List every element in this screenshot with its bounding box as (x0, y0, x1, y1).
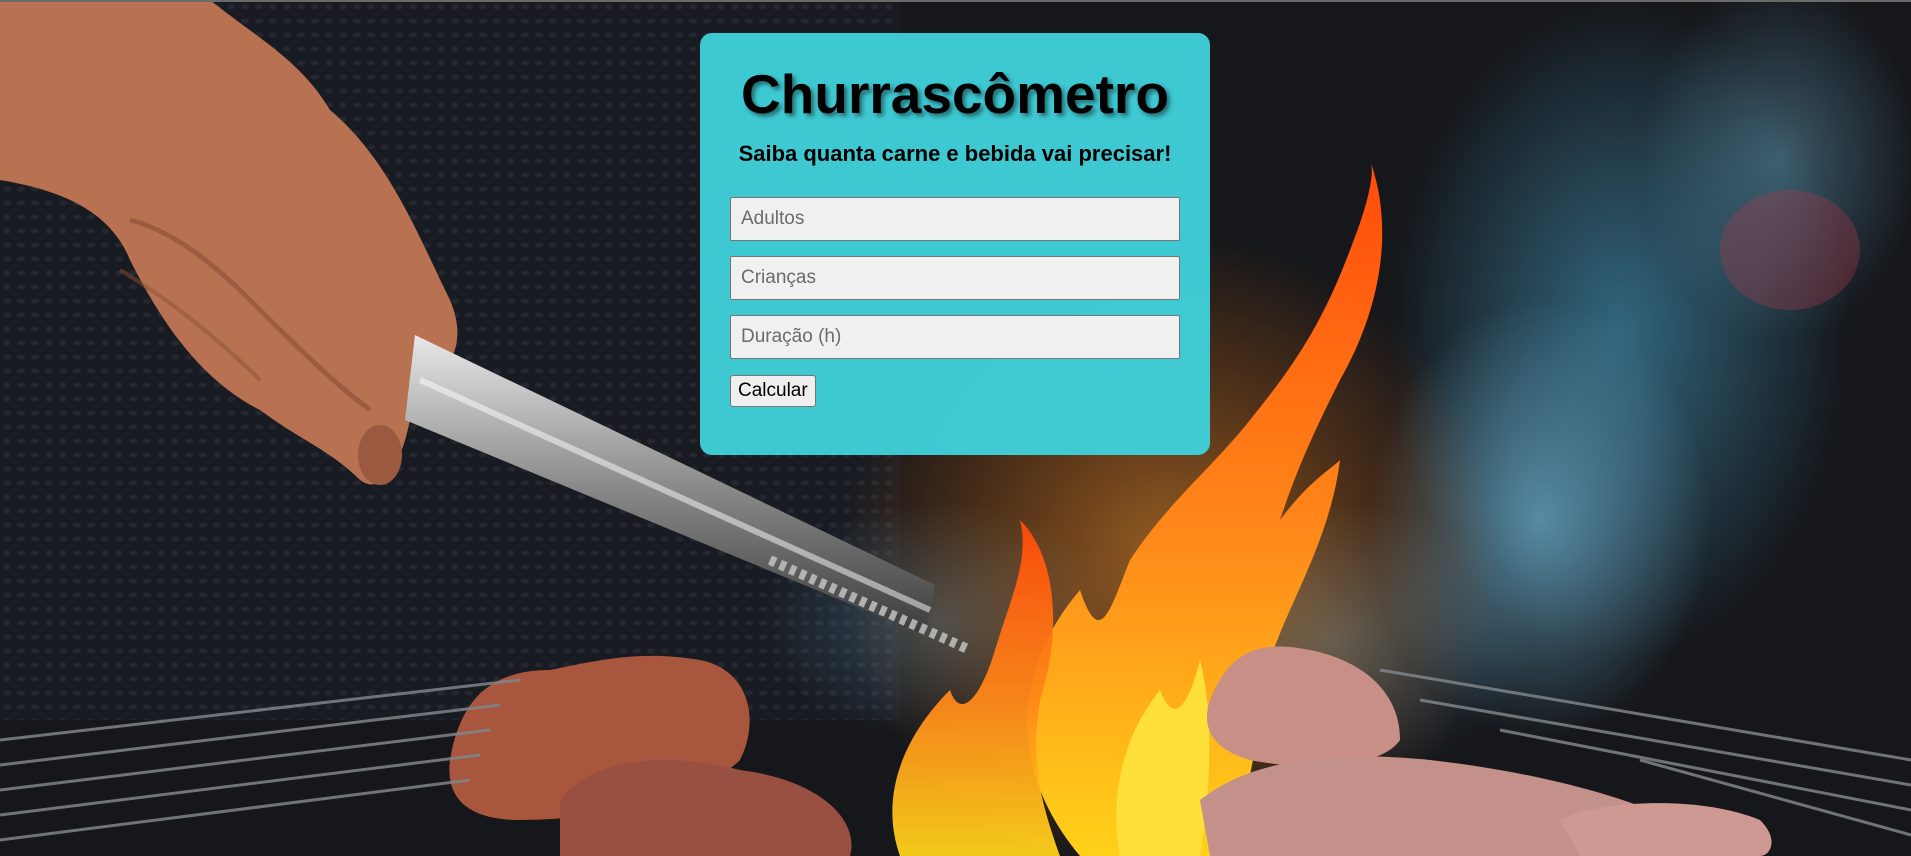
calculator-card: Churrascômetro Saiba quanta carne e bebi… (700, 33, 1210, 455)
adults-input[interactable] (730, 197, 1180, 241)
calculate-button[interactable]: Calcular (730, 375, 816, 407)
page-subtitle: Saiba quanta carne e bebida vai precisar… (738, 141, 1172, 166)
window-top-border (0, 0, 1911, 2)
children-input[interactable] (730, 256, 1180, 300)
page-title: Churrascômetro (741, 63, 1169, 125)
page: Churrascômetro Saiba quanta carne e bebi… (0, 0, 1911, 856)
duration-input[interactable] (730, 315, 1180, 359)
